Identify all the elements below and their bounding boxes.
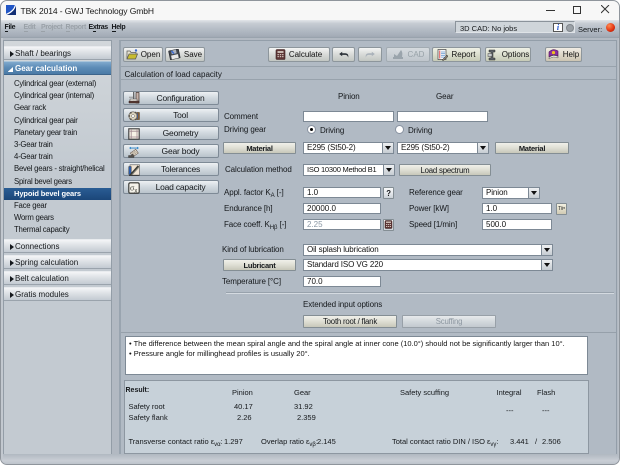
svg-text:x: x [134,188,137,193]
